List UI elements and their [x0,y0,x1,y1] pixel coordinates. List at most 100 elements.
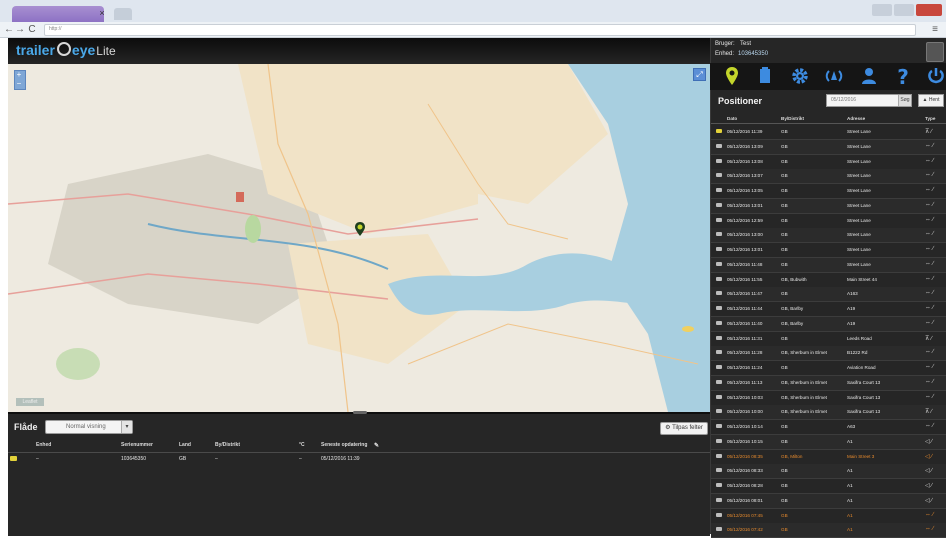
fleet-col-enhed[interactable]: Enhed [36,442,51,448]
address-bar[interactable]: http:// [44,24,916,36]
position-actions-icon[interactable]: ⇔ ∕ [925,246,934,252]
position-row[interactable]: 05/12/2016 13:01 GB Street Lane ⇔ ∕ [711,198,946,214]
positions-col-date[interactable]: Dato [727,116,737,121]
user-icon[interactable] [857,64,881,88]
fullscreen-button[interactable]: ⤢ [693,68,706,81]
position-actions-icon[interactable]: ⇔ ∕ [925,143,934,149]
position-actions-icon[interactable]: ⇔ ∕ [925,394,934,400]
position-row[interactable]: 05/12/2016 11:40 GB, Barlby A19 ⇔ ∕ [711,316,946,332]
edit-columns-icon[interactable]: ✎ [374,442,379,449]
position-row[interactable]: 05/12/2016 10:15 GB A1 ◁ ∕ [711,434,946,450]
position-row[interactable]: 05/12/2016 10:14 GB A63 ⇔ ∕ [711,420,946,435]
gear-icon[interactable] [788,64,812,88]
position-actions-icon[interactable]: ⊼ ∕ [925,335,932,342]
position-actions-icon[interactable]: ⇔ ∕ [925,379,934,385]
position-actions-icon[interactable]: ⇔ ∕ [925,158,934,164]
position-row[interactable]: 05/12/2016 08:28 GB A1 ◁ ∕ [711,479,946,494]
position-row[interactable]: 05/12/2016 11:13 GB, Sherburn in Elmet Sax… [711,375,946,391]
position-actions-icon[interactable]: ⇔ ∕ [925,231,934,237]
position-row[interactable]: 05/12/2016 11:28 GB, Sherburn in Elmet B12… [711,346,946,362]
new-tab-button[interactable] [114,8,132,20]
position-actions-icon[interactable]: ⇔ ∕ [925,261,934,267]
window-close-button[interactable] [916,4,942,16]
position-actions-icon[interactable]: ◁ ∕ [925,497,932,504]
position-row[interactable]: 05/12/2016 08:01 GB A1 ◁ ∕ [711,493,946,509]
position-row[interactable]: 05/12/2016 13:05 GB Street Lane ⇔ ∕ [711,184,946,199]
browser-tab-active[interactable] [12,6,104,22]
signal-icon[interactable] [822,64,846,88]
fleet-col-temp[interactable]: °C [299,442,305,448]
panel-resize-handle[interactable] [353,411,367,414]
position-row[interactable]: 05/12/2016 13:00 GB Street Lane ⇔ ∕ [711,228,946,244]
position-actions-icon[interactable]: ⇔ ∕ [925,187,934,193]
fleet-col-serienummer[interactable]: Serienummer [121,442,153,448]
position-row[interactable]: 05/12/2016 13:07 GB Street Lane ⇔ ∕ [711,169,946,185]
position-row[interactable]: 05/12/2016 10:00 GB, Sherburn in Elmet Sax… [711,405,946,421]
position-row[interactable]: 05/12/2016 11:31 GB Leeds Road ⊼ ∕ [711,332,946,347]
position-actions-icon[interactable]: ◁ ∕ [925,482,932,489]
position-actions-icon[interactable]: ⇔ ∕ [925,217,934,223]
position-actions-icon[interactable]: ⇔ ∕ [925,349,934,355]
help-icon[interactable]: ? [891,64,915,88]
position-row[interactable]: 05/12/2016 07:42 GB A1 ⇔ ∕ [711,523,946,538]
position-actions-icon[interactable]: ⇔ ∕ [925,512,934,518]
forward-arrow-icon[interactable]: → [15,22,25,37]
power-icon[interactable] [924,64,946,88]
position-actions-icon[interactable]: ⇔ ∕ [925,526,934,532]
document-icon[interactable] [753,64,777,88]
position-actions-icon[interactable]: ⇔ ∕ [925,202,934,208]
position-row[interactable]: 05/12/2016 08:33 GB A1 ◁ ∕ [711,464,946,480]
zoom-out-button[interactable]: − [14,79,24,88]
zoom-in-button[interactable]: + [14,70,24,79]
fleet-cell-enhed[interactable]: – [36,456,39,462]
positions-col-address[interactable]: Adresse [847,116,865,121]
position-row[interactable]: 05/12/2016 13:01 GB Street Lane ⇔ ∕ [711,243,946,258]
reload-icon[interactable]: C [27,22,37,37]
window-maximize-button[interactable] [894,4,914,16]
position-row[interactable]: 05/12/2016 07:45 GB A1 ⇔ ∕ [711,509,946,524]
date-filter-input[interactable]: 05/12/2016 Søg [826,94,912,107]
fetch-button[interactable]: ▲ Hent [918,94,944,107]
date-search-button[interactable]: Søg [898,95,911,106]
position-actions-icon[interactable]: ⊼ ∕ [925,408,932,415]
position-actions-icon[interactable]: ⇔ ∕ [925,276,934,282]
layout-toggle-button[interactable] [926,42,944,62]
position-actions-icon[interactable]: ⊼ ∕ [925,128,932,135]
positions-col-type[interactable]: Type [925,116,935,121]
position-row[interactable]: 05/12/2016 08:35 GB, Milton Main Street 3 ◁… [711,450,946,465]
position-actions-icon[interactable]: ⇔ ∕ [925,423,934,429]
browser-menu-icon[interactable]: ≡ [928,22,942,37]
map-credit[interactable]: Leaflet [16,398,44,406]
tab-close-icon[interactable]: × [96,6,108,20]
map-marker-icon[interactable] [355,222,365,236]
location-pin-icon[interactable] [720,64,744,88]
fleet-col-by[interactable]: By/Distrikt [215,442,240,448]
position-actions-icon[interactable]: ◁ ∕ [925,467,932,474]
back-arrow-icon[interactable]: ← [4,22,14,37]
position-row[interactable]: 05/12/2016 10:03 GB, Sherburn in Elmet Sax… [711,391,946,406]
window-minimize-button[interactable] [872,4,892,16]
position-row[interactable]: 05/12/2016 11:48 GB Street Lane ⇔ ∕ [711,257,946,273]
fleet-col-opdatering[interactable]: Seneste opdatering [321,442,367,448]
position-actions-icon[interactable]: ⇔ ∕ [925,320,934,326]
position-actions-icon[interactable]: ⇔ ∕ [925,305,934,311]
position-row[interactable]: 05/12/2016 11:39 GB Street Lane ⊼ ∕ [711,125,946,140]
fleet-view-select[interactable]: Normal visning ▾ [45,420,133,434]
position-row[interactable]: 05/12/2016 11:24 GB Aviation Road ⇔ ∕ [711,361,946,376]
position-row[interactable]: 05/12/2016 13:08 GB Street Lane ⇔ ∕ [711,155,946,170]
position-row[interactable]: 05/12/2016 11:47 GB A163 ⇔ ∕ [711,287,946,303]
fleet-col-land[interactable]: Land [179,442,191,448]
positions-col-city[interactable]: By/Distrikt [781,116,804,121]
position-actions-icon[interactable]: ⇔ ∕ [925,290,934,296]
position-row[interactable]: 05/12/2016 13:09 GB Street Lane ⇔ ∕ [711,139,946,155]
position-actions-icon[interactable]: ⇔ ∕ [925,364,934,370]
position-actions-icon[interactable]: ◁ ∕ [925,453,932,460]
position-row[interactable]: 05/12/2016 11:44 GB, Barlby A19 ⇔ ∕ [711,302,946,317]
unit-value[interactable]: 103645350 [738,51,768,57]
position-actions-icon[interactable]: ⇔ ∕ [925,172,934,178]
position-actions-icon[interactable]: ◁ ∕ [925,438,932,445]
map-view[interactable] [8,64,710,412]
position-row[interactable]: 05/12/2016 12:59 GB Street Lane ⇔ ∕ [711,214,946,229]
customize-fields-button[interactable]: ⚙ Tilpas felter [660,422,708,435]
position-row[interactable]: 05/12/2016 11:55 GB, Bubwith Main Street 4… [711,273,946,288]
